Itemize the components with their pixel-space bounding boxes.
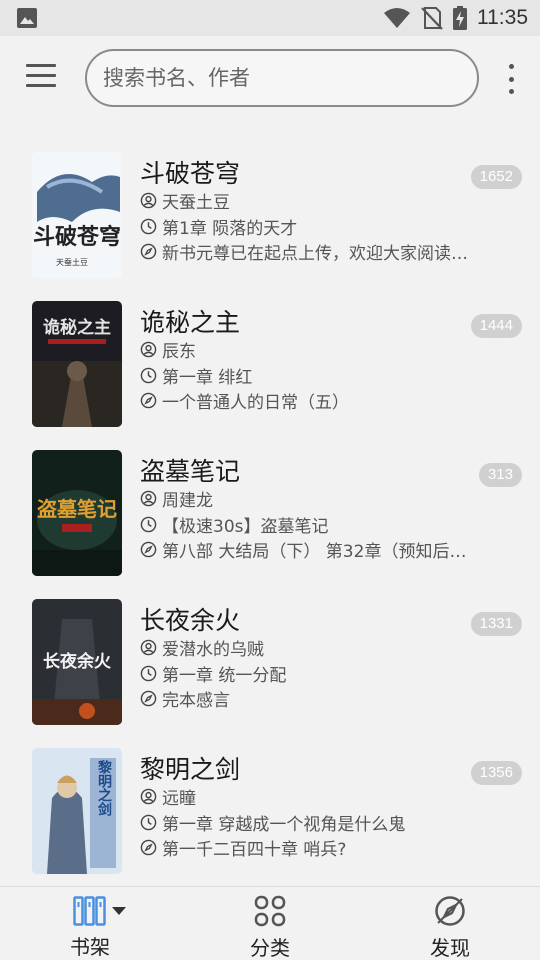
book-author: 周建龙 [140, 486, 213, 511]
menu-icon[interactable] [26, 64, 58, 92]
book-title: 诡秘之主 [140, 308, 241, 337]
search-input[interactable] [103, 66, 477, 90]
clock-icon [140, 218, 157, 235]
latest-chapter-text: 一个普通人的日常（五） [162, 393, 349, 413]
cover-author-text: 天蚕土豆 [56, 257, 88, 267]
book-list: 斗破苍穹 天蚕土豆 斗破苍穹 天蚕土豆 第1章 陨落的天才 新书元尊已在起点上传… [0, 140, 540, 885]
book-cover: 长夜余火 [32, 599, 122, 725]
cover-title-text: 黎明之剑 [96, 759, 113, 817]
author-name: 辰东 [162, 342, 196, 362]
latest-chapter-text: 第八部 大结局（下） 第32章（预知后事… [162, 542, 470, 562]
author-icon [140, 192, 157, 209]
category-grid-icon [254, 895, 286, 927]
book-title: 长夜余火 [140, 606, 241, 635]
book-read-chapter: 第1章 陨落的天才 [140, 214, 297, 239]
wifi-icon [384, 8, 410, 28]
book-latest-chapter: 完本感言 [140, 686, 470, 711]
unread-count-badge: 1356 [470, 761, 522, 785]
book-author: 爱潜水的乌贼 [140, 635, 264, 660]
book-latest-chapter: 新书元尊已在起点上传，欢迎大家阅读… [140, 239, 470, 264]
no-sim-icon [421, 7, 443, 30]
clock: 11:35 [477, 6, 528, 29]
more-options-icon[interactable] [504, 64, 518, 94]
book-item[interactable]: 诡秘之主 诡秘之主 辰东 第一章 绯红 一个普通人的日常（五） 1444 [0, 289, 540, 438]
status-bar: 11:35 [0, 0, 540, 36]
latest-chapter-text: 第一千二百四十章 哨兵? [162, 840, 347, 860]
clock-icon [140, 814, 157, 831]
read-chapter-text: 【极速30s】盗墓笔记 [162, 517, 329, 537]
book-cover: 斗破苍穹 天蚕土豆 [32, 152, 122, 278]
tab-category[interactable]: 分类 [180, 887, 360, 960]
read-chapter-text: 第一章 绯红 [162, 368, 253, 388]
clock-icon [140, 367, 157, 384]
book-read-chapter: 第一章 统一分配 [140, 661, 286, 686]
book-item[interactable]: 盗墓笔记 盗墓笔记 周建龙 【极速30s】盗墓笔记 第八部 大结局（下） 第32… [0, 438, 540, 587]
group-dropdown-icon[interactable] [112, 907, 126, 915]
read-chapter-text: 第一章 穿越成一个视角是什么鬼 [162, 815, 406, 835]
book-title: 斗破苍穹 [140, 159, 241, 188]
unread-count-badge: 313 [478, 463, 522, 487]
read-chapter-text: 第一章 统一分配 [162, 666, 287, 686]
author-name: 爱潜水的乌贼 [162, 640, 264, 660]
book-read-chapter: 【极速30s】盗墓笔记 [140, 512, 329, 537]
compass-icon [140, 243, 157, 260]
book-author: 远瞳 [140, 784, 196, 809]
author-icon [140, 490, 157, 507]
clock-icon [140, 665, 157, 682]
toolbar [0, 36, 540, 120]
tab-discover[interactable]: 发现 [360, 887, 540, 960]
compass-icon [140, 690, 157, 707]
clock-icon [140, 516, 157, 533]
cover-title-text: 斗破苍穹 [33, 224, 121, 250]
cover-title-text: 诡秘之主 [43, 317, 111, 338]
compass-icon [140, 839, 157, 856]
book-cover: 诡秘之主 [32, 301, 122, 427]
book-author: 天蚕土豆 [140, 188, 230, 213]
book-item[interactable]: 长夜余火 长夜余火 爱潜水的乌贼 第一章 统一分配 完本感言 1331 [0, 587, 540, 736]
unread-count-badge: 1444 [470, 314, 522, 338]
tab-category-label: 分类 [250, 936, 290, 960]
book-latest-chapter: 第八部 大结局（下） 第32章（预知后事… [140, 537, 470, 562]
author-icon [140, 788, 157, 805]
author-name: 远瞳 [162, 789, 196, 809]
cover-title-text: 长夜余火 [43, 651, 112, 672]
tab-bookshelf-label: 书架 [70, 935, 110, 959]
unread-count-badge: 1652 [470, 165, 522, 189]
tab-bookshelf[interactable]: 书架 [0, 887, 180, 960]
book-cover: 盗墓笔记 [32, 450, 122, 576]
compass-icon [140, 541, 157, 558]
bookshelf-icon [73, 895, 106, 926]
latest-chapter-text: 新书元尊已在起点上传，欢迎大家阅读… [162, 244, 468, 264]
read-chapter-text: 第1章 陨落的天才 [162, 219, 298, 239]
book-cover: 黎明之剑 [32, 748, 122, 874]
book-latest-chapter: 一个普通人的日常（五） [140, 388, 470, 413]
book-item[interactable]: 黎明之剑 黎明之剑 远瞳 第一章 穿越成一个视角是什么鬼 第一千二百四十章 哨兵… [0, 736, 540, 885]
search-box[interactable] [85, 49, 479, 107]
discover-compass-icon [435, 896, 465, 926]
book-title: 黎明之剑 [140, 755, 241, 784]
author-icon [140, 341, 157, 358]
book-read-chapter: 第一章 绯红 [140, 363, 252, 388]
book-read-chapter: 第一章 穿越成一个视角是什么鬼 [140, 810, 405, 835]
author-name: 天蚕土豆 [162, 193, 230, 213]
cover-title-text: 盗墓笔记 [37, 497, 117, 521]
latest-chapter-text: 完本感言 [162, 691, 230, 711]
bottom-navigation: 书架 分类 发现 [0, 886, 540, 960]
battery-charging-icon [453, 6, 467, 30]
author-icon [140, 639, 157, 656]
author-name: 周建龙 [162, 491, 213, 511]
book-item[interactable]: 斗破苍穹 天蚕土豆 斗破苍穹 天蚕土豆 第1章 陨落的天才 新书元尊已在起点上传… [0, 140, 540, 289]
book-latest-chapter: 第一千二百四十章 哨兵? [140, 835, 470, 860]
image-notification-icon [17, 8, 37, 28]
compass-icon [140, 392, 157, 409]
tab-discover-label: 发现 [430, 936, 470, 960]
unread-count-badge: 1331 [470, 612, 522, 636]
book-title: 盗墓笔记 [140, 457, 241, 486]
book-author: 辰东 [140, 337, 196, 362]
